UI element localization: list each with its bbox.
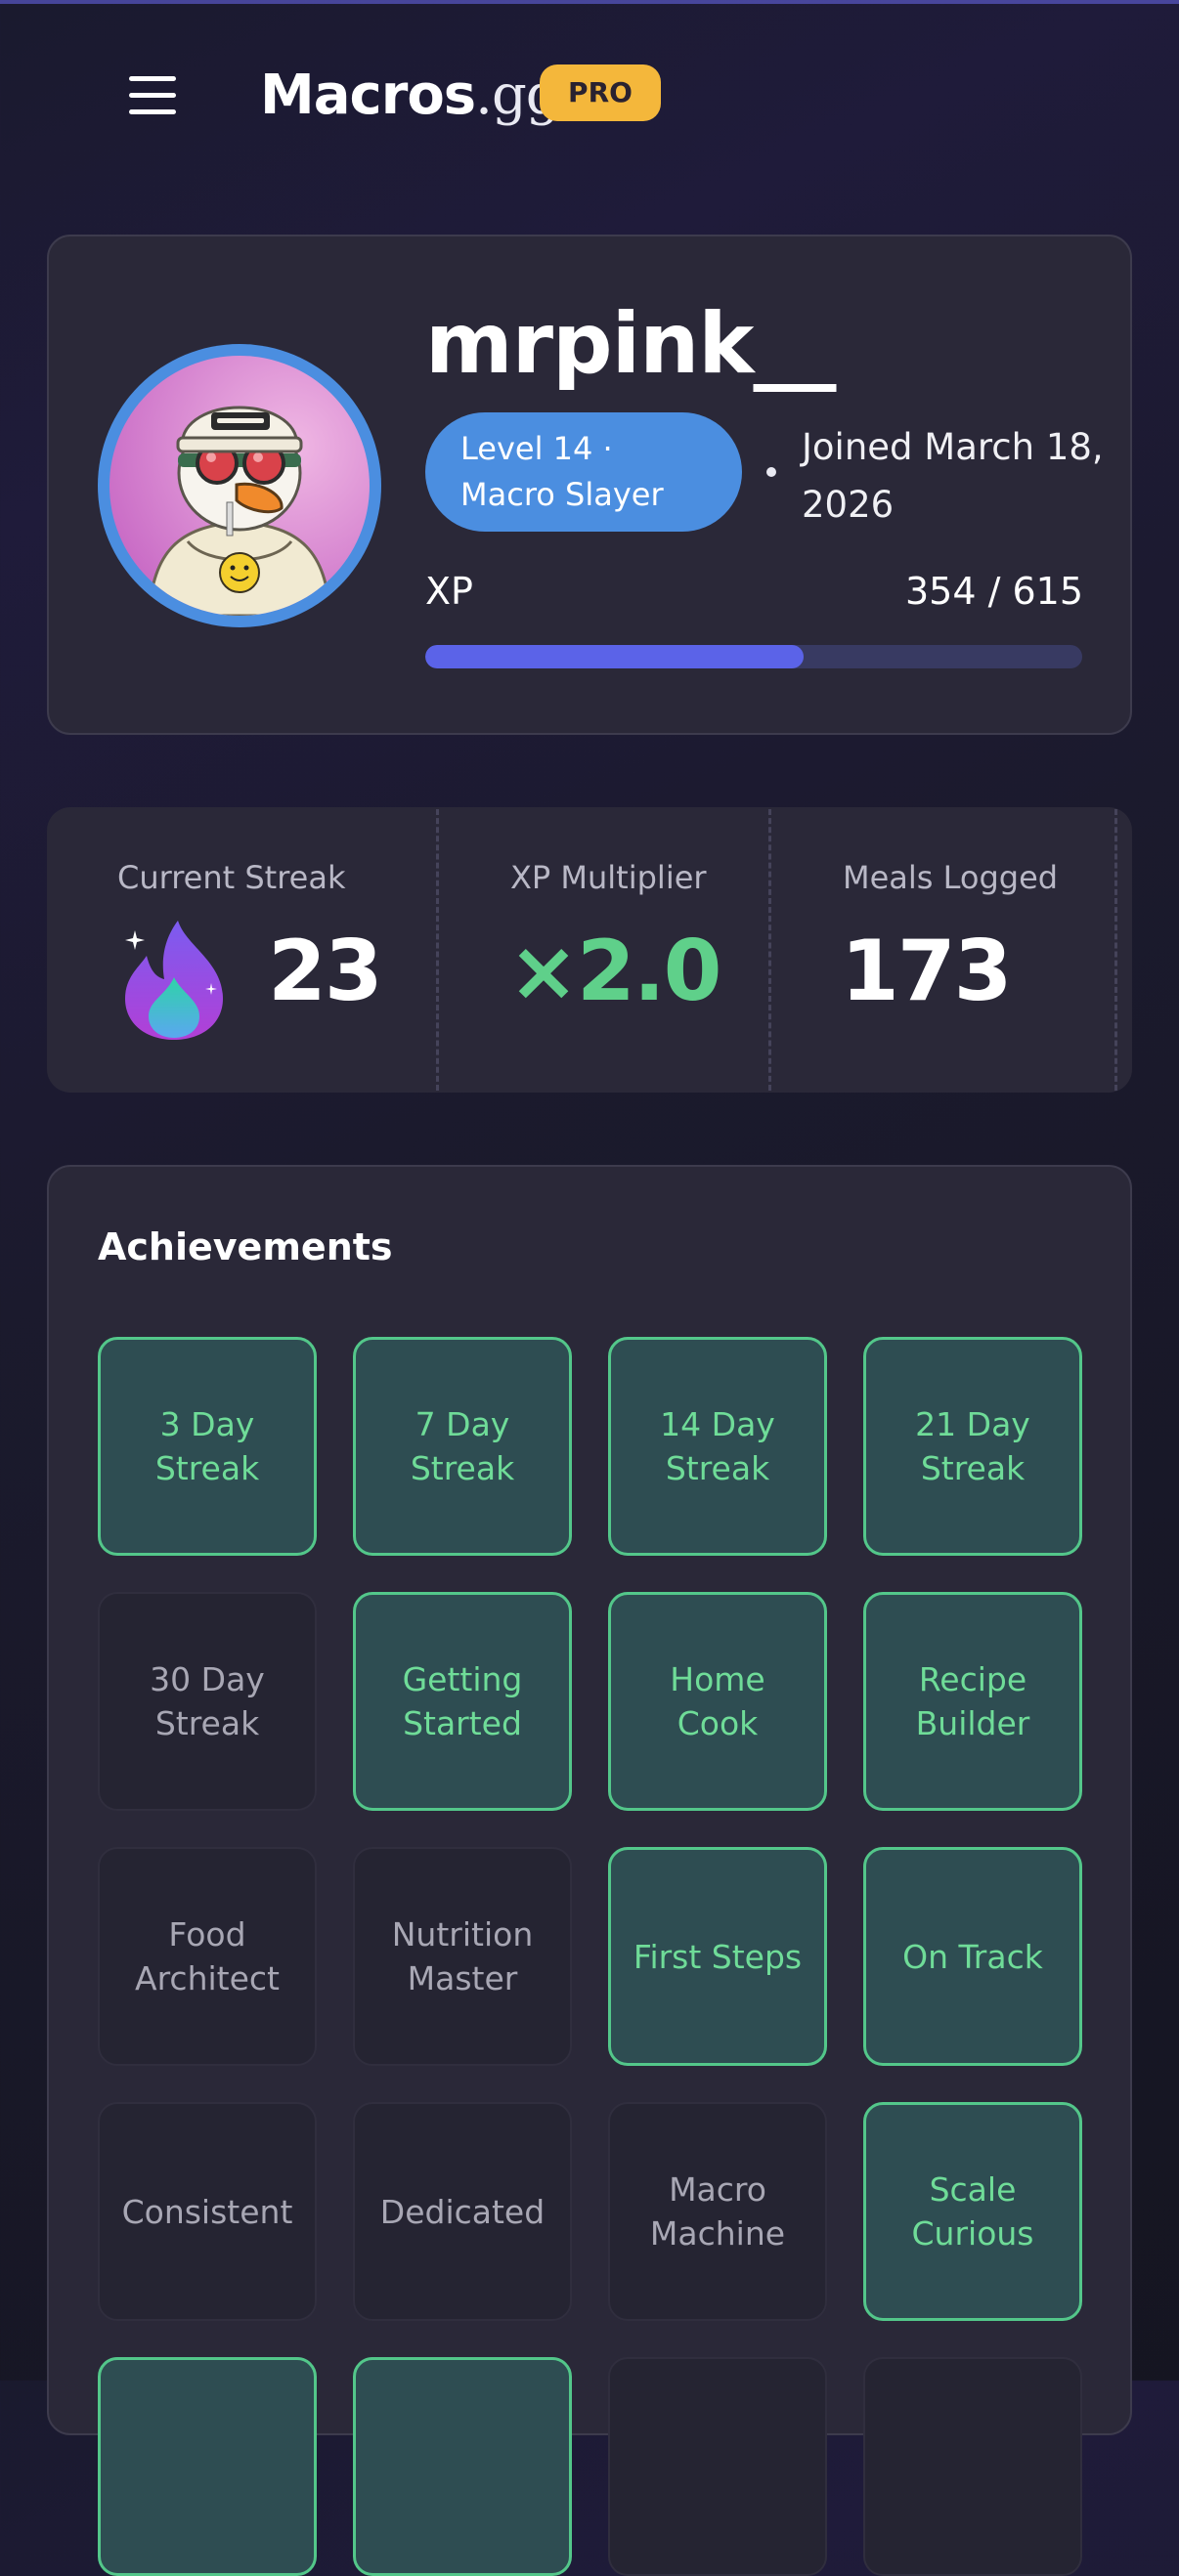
xp-progress-fill <box>425 645 805 668</box>
stat-value: ×2.0 <box>508 923 721 1020</box>
flame-icon <box>117 917 231 1042</box>
top-accent-line <box>0 0 1179 4</box>
avatar[interactable] <box>98 344 381 627</box>
achievement-tile[interactable]: Consistent <box>98 2102 317 2321</box>
divider <box>1114 809 1117 1091</box>
achievement-tile[interactable]: Food Architect <box>98 1847 317 2066</box>
username: mrpink__ <box>425 295 836 393</box>
joined-date: Joined March 18, 2026 <box>802 426 1104 526</box>
profile-card: mrpink__ Level 14 · Macro Slayer Joined … <box>47 235 1132 735</box>
achievement-tile[interactable]: Getting Started <box>353 1592 572 1811</box>
stat-xp-multiplier: XP Multiplier ×2.0 <box>438 807 770 1093</box>
achievement-label: Home Cook <box>670 1660 765 1742</box>
achievement-tile[interactable]: First Steps <box>608 1847 827 2066</box>
xp-label: XP <box>425 570 473 613</box>
achievement-tile[interactable]: 30 Day Streak <box>98 1592 317 1811</box>
achievement-tile[interactable]: Macro Machine <box>608 2102 827 2321</box>
section-title: Achievements <box>98 1225 393 1268</box>
separator-dot <box>766 467 776 477</box>
achievement-label: 30 Day Streak <box>150 1660 265 1742</box>
stat-current-streak: Current Streak 23 <box>47 807 438 1093</box>
achievement-tile[interactable]: On Track <box>863 1847 1082 2066</box>
cartoon-duck-avatar-icon <box>109 356 370 616</box>
achievement-tile[interactable]: 14 Day Streak <box>608 1337 827 1556</box>
stat-value: 23 <box>268 923 383 1020</box>
achievement-label: Macro Machine <box>649 2170 786 2253</box>
achievement-label: 3 Day Streak <box>154 1405 260 1487</box>
achievement-label: Recipe Builder <box>915 1660 1030 1742</box>
achievement-label: 21 Day Streak <box>915 1405 1030 1487</box>
achievement-label: Dedicated <box>379 2192 546 2231</box>
pro-badge: PRO <box>540 64 661 121</box>
achievement-tile[interactable]: 3 Day Streak <box>98 1337 317 1556</box>
achievement-label: Consistent <box>121 2192 293 2231</box>
stats-panel: Current Streak 23 XP Multiplier ×2.0 Mea… <box>47 807 1132 1093</box>
achievement-label: 14 Day Streak <box>660 1405 775 1487</box>
achievement-label: Scale Curious <box>911 2170 1034 2253</box>
achievement-tile[interactable]: Recipe Builder <box>863 1592 1082 1811</box>
achievement-tile[interactable] <box>608 2357 827 2576</box>
hamburger-menu-icon[interactable] <box>129 76 176 115</box>
achievement-label: 7 Day Streak <box>410 1405 515 1487</box>
achievement-tile[interactable] <box>353 2357 572 2576</box>
achievement-tile[interactable]: 7 Day Streak <box>353 1337 572 1556</box>
stat-label: Meals Logged <box>843 859 1059 896</box>
brand-name: Macros <box>260 64 476 127</box>
achievements-card: Achievements 3 Day Streak 7 Day Streak 14 … <box>47 1165 1132 2576</box>
stat-meals-logged: Meals Logged 173 <box>770 807 1132 1093</box>
achievement-tile[interactable]: Nutrition Master <box>353 1847 572 2066</box>
achievement-label: Nutrition Master <box>391 1915 534 1997</box>
xp-progress-bar <box>425 645 1082 668</box>
achievement-tile[interactable]: Scale Curious <box>863 2102 1082 2321</box>
stat-value: 173 <box>841 923 1013 1020</box>
achievement-tile[interactable] <box>863 2357 1082 2576</box>
stat-label: XP Multiplier <box>510 859 707 896</box>
stat-label: Current Streak <box>117 859 346 896</box>
brand-logo[interactable]: Macros.gg <box>260 63 561 129</box>
achievement-label: Food Architect <box>135 1915 280 1997</box>
xp-value: 354 / 615 <box>904 570 1083 613</box>
achievement-label: Getting Started <box>402 1660 523 1742</box>
achievement-label: First Steps <box>633 1937 803 1976</box>
achievement-tile[interactable]: Dedicated <box>353 2102 572 2321</box>
achievement-tile[interactable]: 21 Day Streak <box>863 1337 1082 1556</box>
achievement-tile[interactable] <box>98 2357 317 2576</box>
achievement-tile[interactable]: Home Cook <box>608 1592 827 1811</box>
achievement-label: On Track <box>902 1937 1043 1976</box>
level-badge: Level 14 · Macro Slayer <box>425 412 742 532</box>
